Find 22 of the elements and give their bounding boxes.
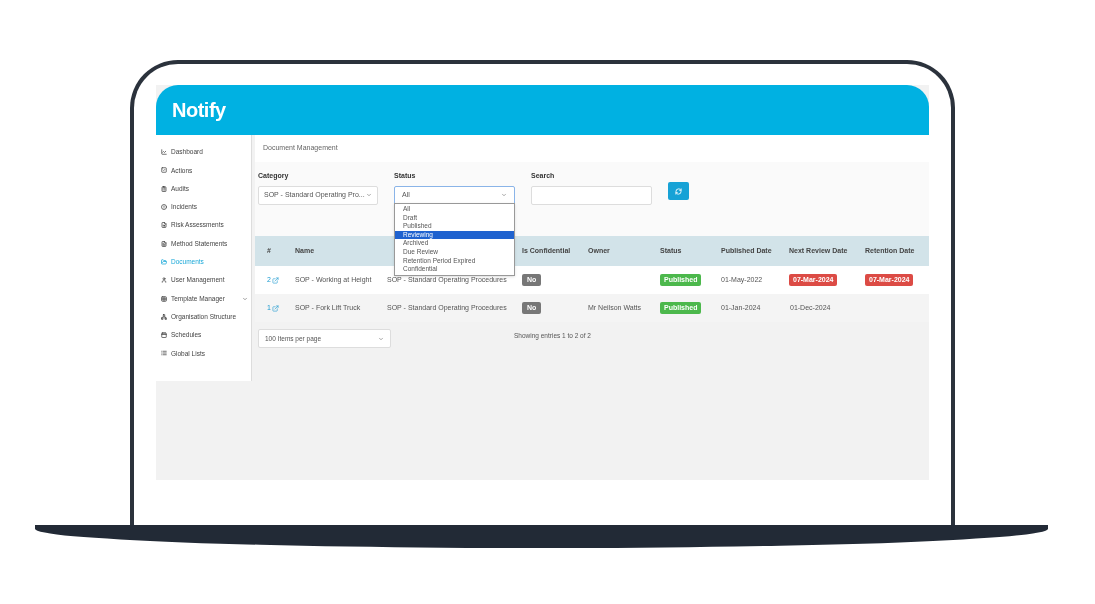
external-link-icon [271,276,279,284]
search-field[interactable] [531,185,652,205]
list-icon [161,350,167,357]
refresh-button[interactable] [668,182,689,200]
caret-icon [378,335,384,342]
checkbox-icon [161,167,167,174]
document-icon [161,240,167,247]
caret-icon [501,192,507,198]
hierarchy-icon [161,313,167,320]
external-link-icon [271,304,279,312]
chevron-down-icon[interactable] [242,295,248,302]
file-search-icon [161,222,167,229]
user-icon [161,277,167,284]
chart-icon [161,149,167,156]
calendar-icon [161,332,167,339]
alert-icon [161,204,167,211]
table-icon [161,295,167,302]
refresh-icon [675,187,682,195]
clipboard-icon [161,185,167,192]
app-logo: Notify [172,98,226,123]
caret-icon [366,192,372,198]
folder-icon [161,258,167,265]
